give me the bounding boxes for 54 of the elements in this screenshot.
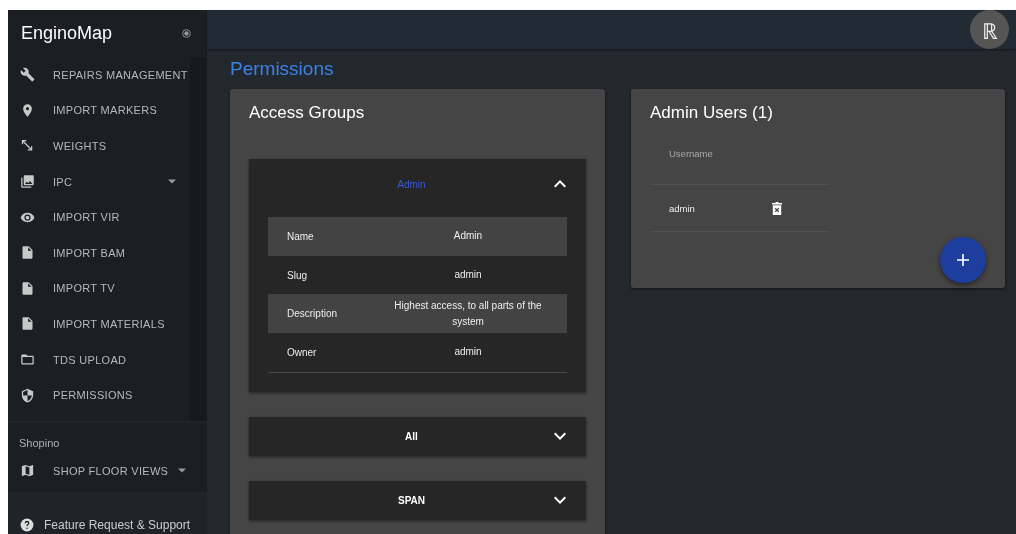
app-title: EnginoMap xyxy=(21,23,113,44)
nav-item[interactable]: IMPORT BAM xyxy=(8,234,190,271)
file-icon xyxy=(20,280,35,296)
page-title: Permissions xyxy=(229,57,335,80)
detail-label: Slug xyxy=(287,269,308,281)
group-name: SPAN xyxy=(396,494,426,506)
nav-item[interactable]: IMPORT MARKERS xyxy=(8,92,190,129)
nav-item[interactable]: IMPORT VIR xyxy=(8,199,190,235)
shield-icon xyxy=(20,387,35,403)
section-title: Shopino xyxy=(18,436,61,451)
detail-value: Admin xyxy=(452,229,484,244)
chevron-up-icon[interactable] xyxy=(554,180,566,188)
images-icon xyxy=(20,174,35,190)
nav-item[interactable]: PERMISSIONS xyxy=(8,377,190,413)
chevron-down-icon[interactable] xyxy=(554,496,566,505)
nav-item[interactable]: SHOP FLOOR VIEWS xyxy=(8,452,207,489)
group-name: All xyxy=(404,430,419,442)
user-avatar[interactable]: ℝ xyxy=(970,10,1009,49)
group-panel[interactable]: Admin Name Admin Slug admin Description Highest access, to all parts of the system Owner admin xyxy=(249,159,586,392)
nav-item[interactable]: IMPORT TV xyxy=(8,270,190,307)
table-cell-text: admin xyxy=(669,202,696,214)
card-title: Admin Users (1) xyxy=(650,103,774,123)
nav-item[interactable]: IPC xyxy=(8,163,190,200)
folder-icon xyxy=(20,352,35,368)
detail-label: Owner xyxy=(287,346,318,358)
map-icon xyxy=(20,463,35,479)
nav-item[interactable]: TDS UPLOAD xyxy=(8,341,190,378)
caret-icon xyxy=(178,468,187,474)
wrench-icon xyxy=(20,67,35,83)
chevron-down-icon[interactable] xyxy=(554,432,566,441)
add-button[interactable] xyxy=(940,237,986,283)
nav-item[interactable]: REPAIRS MANAGEMENT xyxy=(8,57,190,93)
nav-item[interactable]: IMPORT MATERIALS xyxy=(8,306,190,342)
detail-label: Name xyxy=(287,230,315,242)
support-link[interactable]: Feature Request & Support xyxy=(8,492,207,534)
detail-value: Highest access, to all parts of the system xyxy=(393,298,543,329)
help-icon xyxy=(20,518,34,532)
file-icon xyxy=(20,245,35,261)
group-panel[interactable]: SPAN xyxy=(249,480,586,520)
radio-icon[interactable] xyxy=(182,29,191,38)
delete-icon[interactable] xyxy=(772,201,782,215)
pin-icon xyxy=(20,102,35,118)
detail-value: admin xyxy=(453,268,483,283)
group-name: Admin xyxy=(396,178,427,190)
group-panel[interactable]: All xyxy=(249,416,586,456)
file-icon xyxy=(20,316,35,332)
detail-label: Description xyxy=(287,308,339,320)
caret-icon xyxy=(168,179,176,185)
plus-icon xyxy=(957,254,969,266)
resize-icon xyxy=(20,138,35,154)
nav-item[interactable]: WEIGHTS xyxy=(8,128,190,164)
column-header: Username xyxy=(669,148,713,159)
detail-value: admin xyxy=(453,345,483,360)
card-title: Access Groups xyxy=(249,103,366,123)
